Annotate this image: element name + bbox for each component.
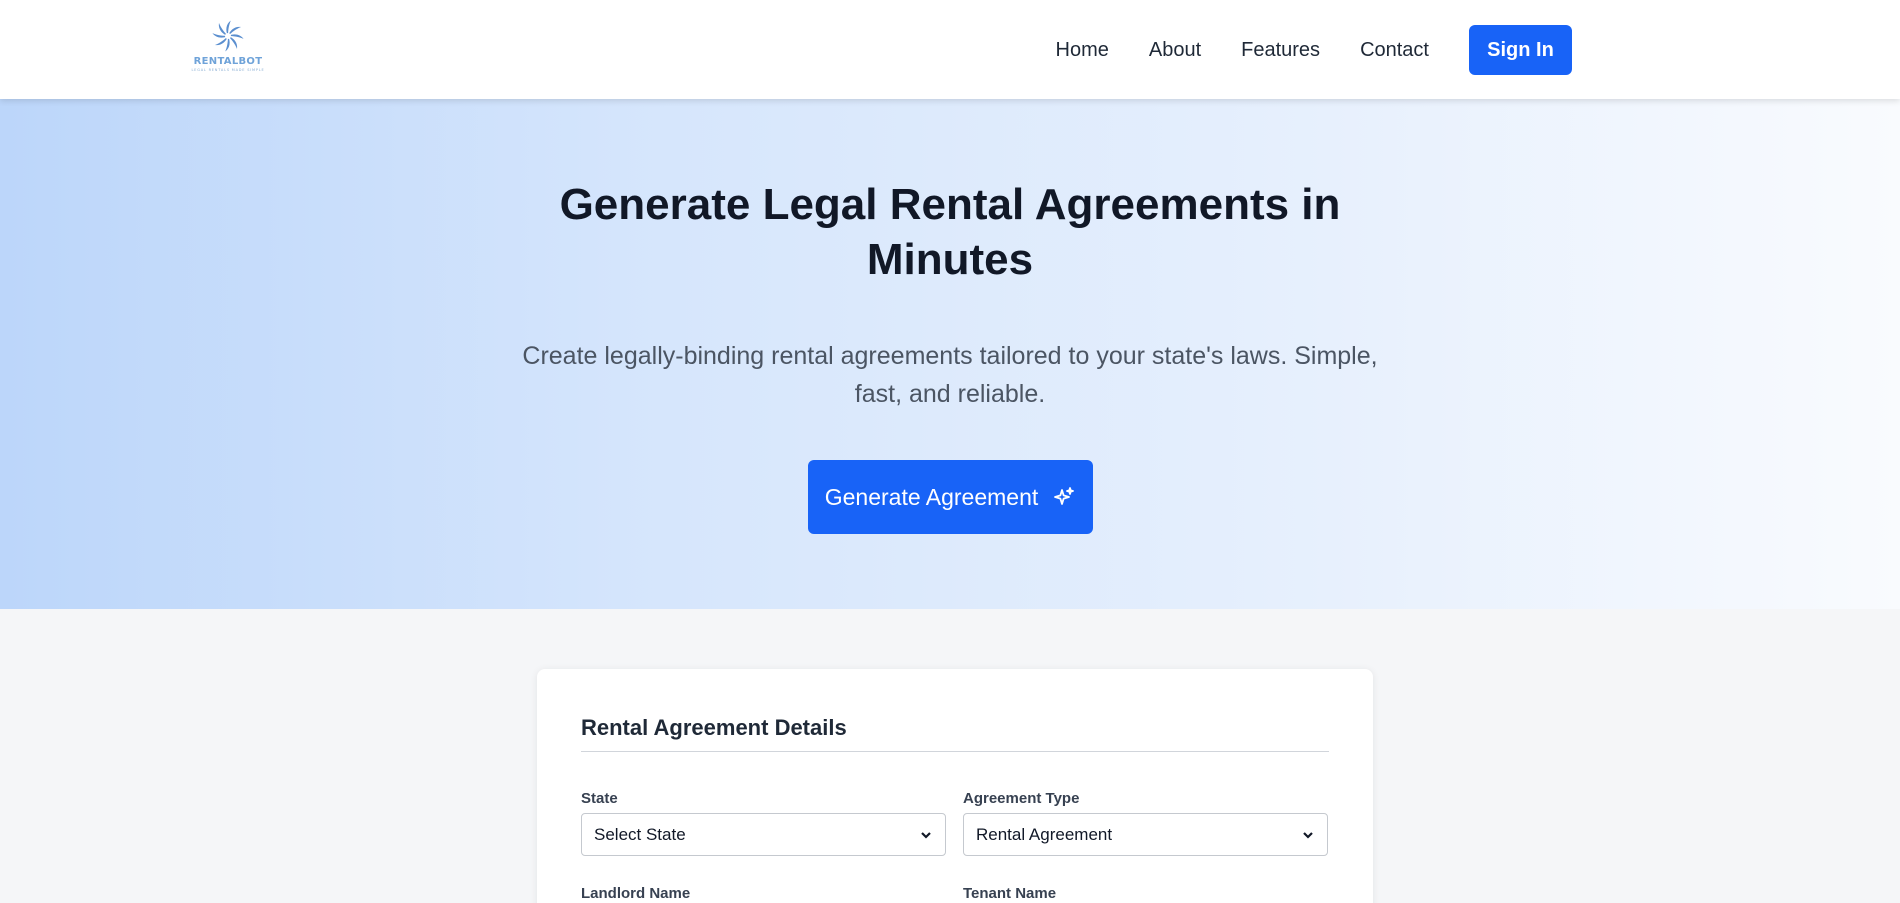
brand-name: RENTALBOT — [193, 56, 263, 67]
agreement-type-label: Agreement Type — [963, 790, 1080, 807]
state-label: State — [581, 790, 618, 807]
nav-link-contact[interactable]: Contact — [1360, 39, 1429, 62]
hero-title: Generate Legal Rental Agreements in Minu… — [559, 180, 1341, 284]
hero-subtitle: Create legally-binding rental agreements… — [522, 342, 1378, 408]
navbar: RENTALBOT LEGAL RENTALS MADE SIMPLE Home… — [0, 0, 1900, 99]
nav-menu: Home About Features Contact Sign In — [1056, 25, 1572, 75]
brand-logo[interactable]: RENTALBOT LEGAL RENTALS MADE SIMPLE — [190, 18, 266, 80]
sparkles-icon — [1054, 487, 1075, 505]
chevron-down-icon — [1303, 831, 1313, 839]
generate-agreement-label: Generate Agreement — [824, 483, 1039, 510]
form-divider — [581, 751, 1329, 752]
hero-section: Generate Legal Rental Agreements in Minu… — [0, 99, 1900, 609]
generate-agreement-button[interactable]: Generate Agreement — [808, 460, 1093, 534]
chevron-down-icon — [921, 831, 931, 839]
agreement-type-select-value: Rental Agreement — [976, 824, 1113, 844]
state-select[interactable]: Select State — [581, 813, 946, 856]
nav-link-about[interactable]: About — [1149, 39, 1201, 62]
pinwheel-logo-icon — [212, 20, 244, 52]
landlord-name-label: Landlord Name — [581, 885, 691, 902]
rental-agreement-form-card: Rental Agreement Details State Select St… — [537, 669, 1373, 903]
agreement-type-select[interactable]: Rental Agreement — [963, 813, 1328, 856]
brand-tagline: LEGAL RENTALS MADE SIMPLE — [191, 68, 265, 72]
sign-in-button[interactable]: Sign In — [1469, 25, 1572, 75]
nav-link-home[interactable]: Home — [1056, 39, 1109, 62]
form-title: Rental Agreement Details — [581, 715, 847, 740]
nav-link-features[interactable]: Features — [1241, 39, 1320, 62]
state-select-value: Select State — [594, 824, 686, 844]
tenant-name-label: Tenant Name — [963, 885, 1057, 902]
